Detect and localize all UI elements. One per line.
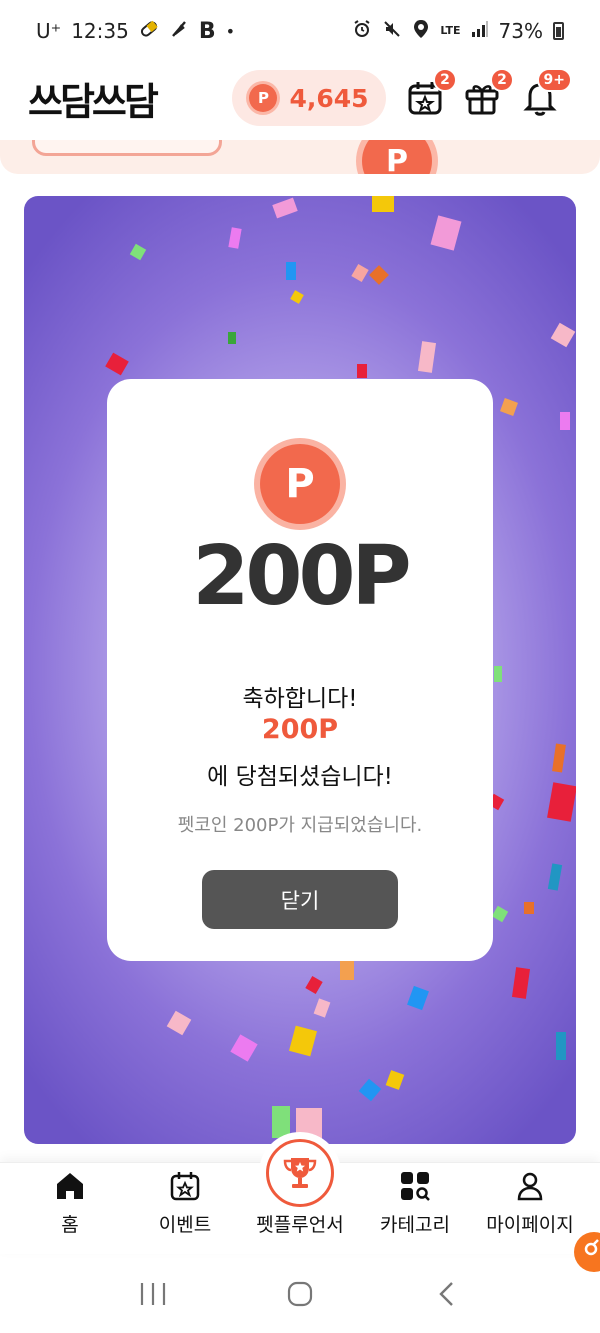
close-button[interactable]: 닫기 — [202, 870, 398, 929]
confetti-piece — [166, 1010, 192, 1036]
nav-label-category: 카테고리 — [380, 1214, 450, 1236]
gift-button[interactable]: 2 — [460, 68, 514, 120]
nav-item-event[interactable]: 이벤트 — [140, 1163, 230, 1255]
nav-label-mypage: 마이페이지 — [486, 1214, 574, 1236]
network-type: LTE — [440, 24, 461, 37]
top-banner-strip: P — [0, 140, 600, 174]
home-icon — [54, 1168, 86, 1204]
confetti-piece — [272, 197, 298, 219]
b-notification-icon: B — [198, 18, 216, 44]
confetti-piece — [407, 985, 429, 1011]
profile-icon — [514, 1168, 546, 1204]
confetti-piece — [511, 967, 531, 999]
confetti-piece — [550, 322, 576, 348]
notifications-button[interactable]: 9+ — [518, 68, 572, 120]
category-grid-icon — [399, 1168, 431, 1204]
confetti-piece — [500, 398, 518, 416]
signal-icon — [471, 20, 489, 43]
petfluencer-fab[interactable] — [262, 1135, 338, 1211]
confetti-piece — [524, 902, 534, 914]
location-icon — [412, 19, 430, 44]
point-coin-icon: P — [249, 84, 278, 112]
system-navigation-bar — [0, 1254, 600, 1333]
reward-modal: P 200P 축하합니다! 200P 에 당첨되셨습니다! 펫코인 200P가 … — [107, 379, 493, 961]
won-amount-text: 200P — [261, 714, 339, 745]
nav-item-mypage[interactable]: 마이페이지 — [478, 1163, 582, 1255]
confetti-piece — [340, 960, 354, 980]
confetti-piece — [430, 215, 462, 251]
confetti-piece — [351, 263, 369, 283]
confetti-piece — [547, 782, 576, 822]
status-bar: U⁺ 12:35 B • LTE 73% — [0, 0, 600, 62]
payout-notice-text: 펫코인 200P가 지급되었습니다. — [177, 815, 423, 836]
confetti-piece — [369, 265, 389, 285]
confetti-piece — [230, 1034, 258, 1062]
confetti-piece — [358, 1078, 382, 1102]
confetti-piece — [272, 1106, 290, 1138]
nav-item-home[interactable]: 홈 — [25, 1163, 115, 1255]
home-system-button[interactable] — [270, 1274, 330, 1314]
recent-apps-icon — [141, 1282, 166, 1305]
app-logo[interactable]: 쓰담쓰담 — [28, 71, 228, 126]
confetti-piece — [305, 975, 323, 995]
event-calendar-icon — [169, 1168, 201, 1204]
battery-percent: 73% — [498, 19, 543, 43]
confetti-piece — [105, 352, 129, 376]
status-right: LTE 73% — [352, 19, 564, 44]
confetti-piece — [357, 364, 367, 378]
trophy-icon — [283, 1158, 317, 1188]
back-button[interactable] — [417, 1274, 477, 1314]
confetti-piece — [552, 743, 566, 773]
recent-apps-button[interactable] — [123, 1274, 183, 1314]
banner-coin-icon: P — [362, 140, 432, 174]
mute-icon — [382, 19, 402, 44]
point-coin-icon: P — [260, 444, 340, 524]
fab-ring — [266, 1139, 334, 1207]
confetti-piece — [547, 863, 563, 891]
calendar-badge: 2 — [433, 68, 457, 92]
nav-label-petfluencer: 펫플루언서 — [256, 1214, 344, 1236]
congrats-text: 축하합니다! — [242, 686, 358, 712]
confetti-piece — [228, 332, 236, 344]
back-chevron-icon — [438, 1281, 453, 1306]
confetti-piece — [417, 341, 437, 373]
more-notifications-dot: • — [225, 21, 236, 41]
nav-label-home: 홈 — [61, 1214, 79, 1236]
confetti-piece — [385, 1070, 405, 1090]
confetti-piece — [491, 905, 509, 923]
confetti-piece — [560, 412, 570, 430]
confetti-piece — [556, 1032, 566, 1060]
alarm-icon — [352, 19, 372, 44]
confetti-piece — [289, 1025, 317, 1057]
pill-notification-icon — [139, 19, 159, 44]
confetti-piece — [372, 196, 394, 212]
battery-icon — [553, 22, 564, 40]
reward-amount-large: 200P — [192, 529, 411, 624]
notifications-badge: 9+ — [536, 68, 572, 92]
nav-label-event: 이벤트 — [158, 1214, 212, 1236]
points-value: 4,645 — [289, 83, 369, 113]
status-left: U⁺ 12:35 B • — [36, 19, 235, 44]
confetti-piece — [313, 998, 331, 1018]
gift-badge: 2 — [490, 68, 514, 92]
confetti-piece — [129, 243, 147, 261]
feather-notification-icon — [169, 19, 189, 44]
points-chip[interactable]: P 4,645 — [232, 70, 386, 126]
nav-item-category[interactable]: 카테고리 — [370, 1163, 460, 1255]
confetti-piece — [290, 290, 304, 304]
attendance-calendar-button[interactable]: 2 — [403, 68, 457, 120]
confetti-piece — [228, 227, 242, 249]
confetti-piece — [286, 262, 296, 280]
banner-pill — [32, 140, 222, 156]
won-message-text: 에 당첨되셨습니다! — [207, 764, 393, 790]
app-header: 쓰담쓰담 P 4,645 2 2 9+ — [0, 62, 600, 134]
confetti-piece — [494, 666, 502, 682]
carrier-label: U⁺ — [36, 19, 62, 43]
home-circle-icon — [287, 1281, 313, 1306]
clock: 12:35 — [71, 19, 129, 43]
